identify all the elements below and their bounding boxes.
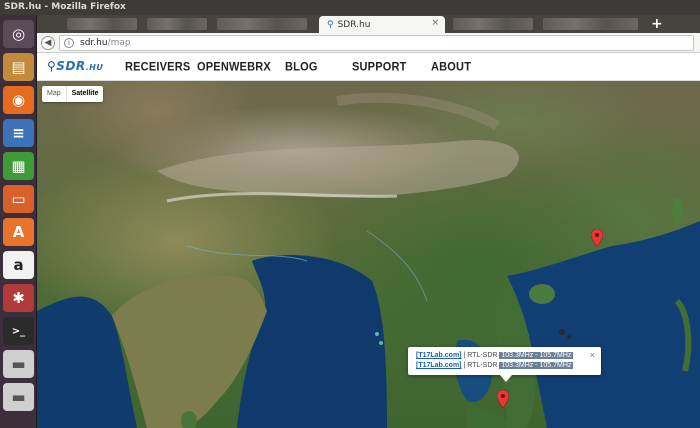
new-tab-button[interactable]: + <box>651 16 663 32</box>
launcher-glyph: a <box>13 256 24 274</box>
drive-2-icon[interactable]: ▬ <box>3 383 34 411</box>
info-window-tail <box>500 375 512 382</box>
nav-openwebrx[interactable]: OPENWEBRX <box>197 60 271 73</box>
site-header: ⚲SDR.HU RECEIVERS OPENWEBRX BLOG SUPPORT… <box>37 53 700 81</box>
launcher: ◎ ▤ ◉ ≡ ▦ ▭ Aa ✱ >_ ▬ ▬ <box>0 15 37 428</box>
blurred-tab[interactable] <box>147 18 207 30</box>
map-type-satellite-button[interactable]: Satellite <box>65 86 104 102</box>
site-logo[interactable]: ⚲SDR.HU <box>47 59 103 73</box>
settings-icon[interactable]: ✱ <box>3 284 34 312</box>
tab-label: SDR.hu <box>337 19 371 30</box>
url-path: /map <box>107 38 131 48</box>
writer-icon[interactable]: ≡ <box>3 119 34 147</box>
ubuntu-dash-icon[interactable]: ◎ <box>3 20 34 48</box>
nav-about[interactable]: ABOUT <box>431 60 471 73</box>
info-row: [T17Lab.com] | RTL-SDR 103.3MHz - 105.7M… <box>416 361 601 371</box>
launcher-glyph: ▦ <box>11 157 26 175</box>
launcher-glyph: A <box>12 223 25 241</box>
terminal-icon[interactable]: >_ <box>3 317 34 345</box>
receiver-link[interactable]: [T17Lab.com] <box>416 362 462 369</box>
map-type-control: Map Satellite <box>42 86 104 102</box>
launcher-glyph: ◎ <box>11 25 26 43</box>
tab-favicon-icon: ⚲ <box>327 19 334 30</box>
impress-icon[interactable]: ▭ <box>3 185 34 213</box>
map-terrain <box>37 92 700 428</box>
tab-sdr-hu[interactable]: ⚲ SDR.hu × <box>319 16 445 33</box>
receiver-marker-icon[interactable] <box>497 390 509 408</box>
launcher-glyph: ▬ <box>11 388 26 406</box>
amazon-icon[interactable]: a <box>3 251 34 279</box>
back-arrow-icon[interactable]: ◀ <box>41 36 55 50</box>
tab-close-icon[interactable]: × <box>431 18 439 28</box>
site-info-icon[interactable]: i <box>64 38 74 48</box>
url-host: sdr.hu <box>80 38 108 48</box>
receiver-marker-icon[interactable] <box>591 229 603 247</box>
frequency-range: 103.3MHz - 105.7MHz <box>499 362 574 369</box>
antenna-icon: ⚲ <box>47 59 57 73</box>
files-icon[interactable]: ▤ <box>3 53 34 81</box>
launcher-glyph: ▭ <box>11 190 26 208</box>
map-type-map-button[interactable]: Map <box>42 86 66 102</box>
nav-bar: ◀ i sdr.hu/map <box>37 33 700 53</box>
tab-strip: ⚲ SDR.hu × + <box>37 15 700 33</box>
launcher-glyph: >_ <box>11 325 26 337</box>
blurred-tab[interactable] <box>217 18 307 30</box>
launcher-glyph: ≡ <box>12 124 25 142</box>
launcher-glyph: ▬ <box>11 355 26 373</box>
software-center-icon[interactable]: A <box>3 218 34 246</box>
receiver-link[interactable]: [T17Lab.com] <box>416 352 462 359</box>
receiver-info-window: [T17Lab.com] | RTL-SDR 103.3MHz - 105.7M… <box>408 347 601 382</box>
window-title: SDR.hu - Mozilla Firefox <box>0 0 700 15</box>
receiver-type: | RTL-SDR <box>461 362 500 369</box>
launcher-glyph: ▤ <box>11 58 26 76</box>
firefox-icon[interactable]: ◉ <box>3 86 34 114</box>
nav-blog[interactable]: BLOG <box>285 60 318 73</box>
logo-main: SDR <box>56 59 86 73</box>
nav-support[interactable]: SUPPORT <box>352 60 407 73</box>
frequency-range: 103.3MHz - 105.7MHz <box>499 352 574 359</box>
logo-suffix: .HU <box>85 63 104 72</box>
blurred-tab[interactable] <box>453 18 533 30</box>
launcher-glyph: ◉ <box>11 91 26 109</box>
drive-icon[interactable]: ▬ <box>3 350 34 378</box>
launcher-glyph: ✱ <box>12 289 25 307</box>
calc-icon[interactable]: ▦ <box>3 152 34 180</box>
receiver-type: | RTL-SDR <box>461 352 500 359</box>
info-close-icon[interactable]: × <box>590 350 595 360</box>
url-bar[interactable]: i sdr.hu/map <box>59 35 694 51</box>
nav-receivers[interactable]: RECEIVERS <box>125 60 190 73</box>
blurred-tab[interactable] <box>67 18 137 30</box>
info-row: [T17Lab.com] | RTL-SDR 103.3MHz - 105.7M… <box>416 351 601 361</box>
blurred-tab[interactable] <box>543 18 638 30</box>
satellite-map[interactable]: Map Satellite [T17Lab.com] | RTL-SDR 103… <box>37 81 700 428</box>
